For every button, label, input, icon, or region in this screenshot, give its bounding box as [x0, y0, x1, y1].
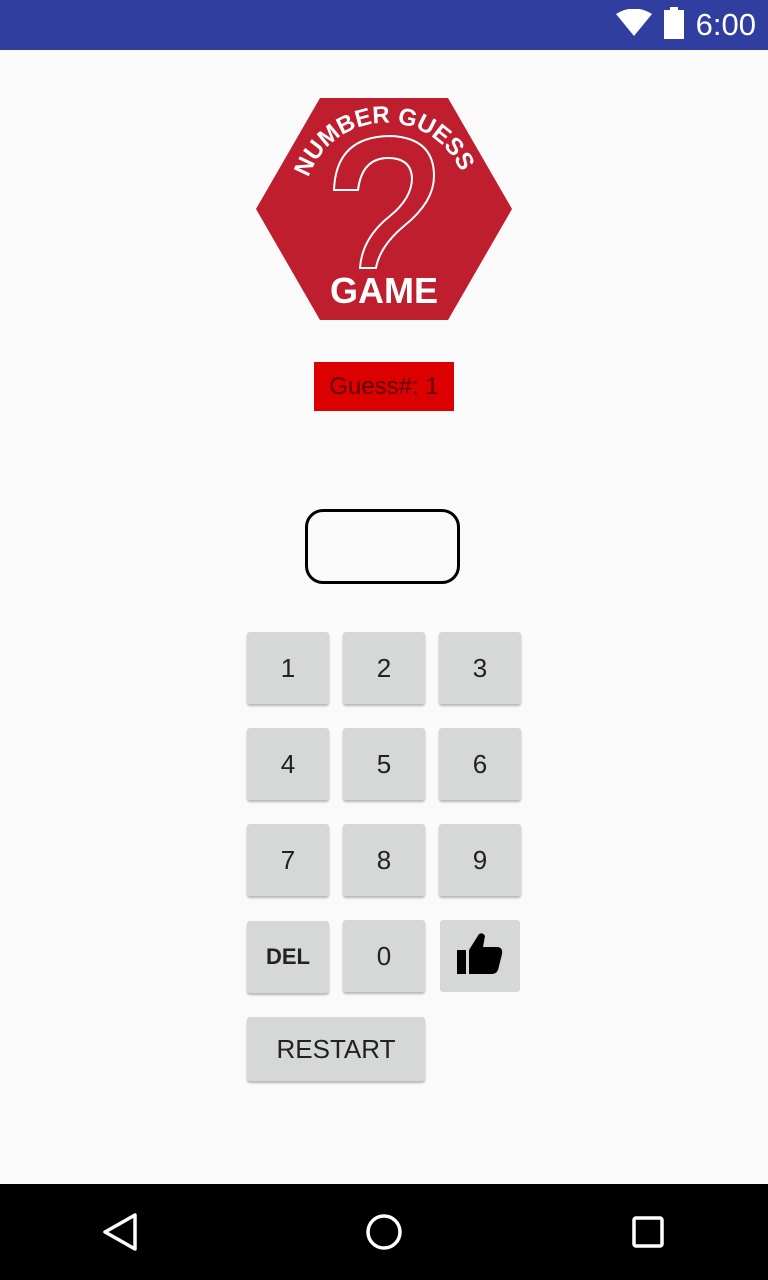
back-icon[interactable] [96, 1208, 144, 1256]
key-6-button[interactable]: 6 [439, 728, 521, 800]
guess-counter: Guess#: 1 [314, 362, 454, 411]
logo-game-text: GAME [330, 270, 438, 311]
delete-button[interactable]: DEL [247, 921, 329, 993]
status-time: 6:00 [695, 7, 756, 42]
restart-button[interactable]: RESTART [247, 1017, 425, 1081]
key-8-button[interactable]: 8 [343, 824, 425, 896]
battery-icon [663, 6, 684, 44]
key-4-button[interactable]: 4 [247, 728, 329, 800]
navigation-bar [0, 1184, 768, 1280]
key-1-button[interactable]: 1 [247, 632, 329, 704]
game-logo: NUMBER GUESS GAME [256, 98, 512, 320]
status-bar: 6:00 [0, 0, 768, 50]
key-7-button[interactable]: 7 [247, 824, 329, 896]
guess-display [305, 509, 460, 584]
thumbs-up-icon [457, 932, 503, 981]
key-5-button[interactable]: 5 [343, 728, 425, 800]
wifi-icon [615, 8, 652, 42]
key-0-button[interactable]: 0 [343, 920, 425, 992]
status-icons: 6:00 [615, 0, 756, 50]
key-3-button[interactable]: 3 [439, 632, 521, 704]
key-9-button[interactable]: 9 [439, 824, 521, 896]
recents-icon[interactable] [624, 1208, 672, 1256]
key-2-button[interactable]: 2 [343, 632, 425, 704]
home-icon[interactable] [360, 1208, 408, 1256]
app-content: NUMBER GUESS GAME Guess#: 1 1 2 3 4 5 6 … [0, 50, 768, 1184]
submit-guess-button[interactable] [440, 920, 520, 992]
